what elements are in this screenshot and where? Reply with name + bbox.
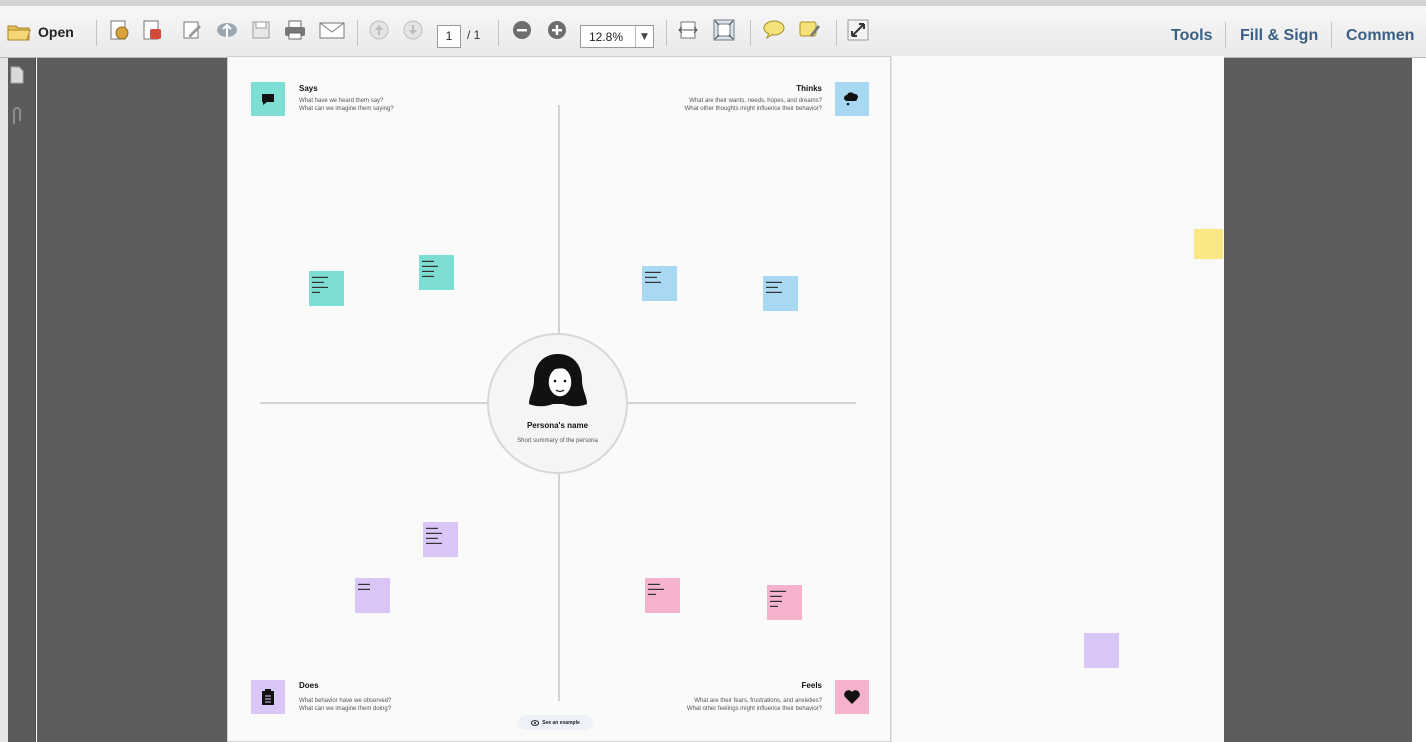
page-total: / 1 bbox=[467, 28, 481, 42]
thought-cloud-icon bbox=[835, 82, 869, 116]
next-page-icon[interactable] bbox=[401, 18, 425, 42]
speech-bubble-icon bbox=[251, 82, 285, 116]
zoom-value: 12.8% bbox=[589, 29, 624, 44]
page-thumbnails-icon[interactable] bbox=[10, 66, 24, 88]
sticky-note[interactable]: ▬▬▬ ▬▬▬▬ ▬▬ bbox=[645, 578, 680, 613]
sticky-note[interactable]: ▬▬▬▬▬▬▬▬▬▬▬▬▬ bbox=[309, 271, 344, 306]
fill-sign-menu[interactable]: Fill & Sign bbox=[1240, 27, 1318, 45]
export-pdf-icon[interactable] bbox=[140, 18, 164, 42]
chevron-down-icon[interactable]: ▼ bbox=[635, 26, 653, 47]
sticky-note[interactable]: ▬▬▬ ▬▬▬▬ ▬▬▬ ▬▬▬▬ bbox=[423, 522, 458, 557]
sticky-note[interactable]: ▬▬▬▬ ▬▬▬ ▬▬▬ ▬▬ bbox=[767, 585, 802, 620]
persona-name: Persona's name bbox=[526, 421, 589, 430]
see-example-label: See an example bbox=[542, 719, 580, 726]
attachment-clip-icon[interactable] bbox=[10, 106, 24, 130]
comment-bubble-icon[interactable] bbox=[762, 18, 786, 42]
previous-page-icon[interactable] bbox=[367, 18, 391, 42]
sticky-note[interactable] bbox=[1084, 633, 1119, 668]
edit-pdf-icon[interactable] bbox=[180, 18, 204, 42]
full-screen-icon[interactable] bbox=[846, 18, 870, 42]
does-title: Does bbox=[299, 681, 319, 690]
persona-avatar-icon bbox=[527, 352, 589, 416]
says-title: Says bbox=[299, 84, 318, 93]
window-right-edge bbox=[1412, 58, 1426, 742]
see-example-button[interactable]: See an example bbox=[518, 715, 593, 730]
thinks-prompt-2: What other thoughts might influence thei… bbox=[684, 106, 822, 112]
thinks-title: Thinks bbox=[796, 84, 822, 93]
acrobat-toolbar: Open 1 / 1 12.8% ▼ Tools Fill & Sign Com… bbox=[0, 0, 1426, 58]
toolbar-divider bbox=[836, 20, 837, 46]
cloud-upload-icon[interactable] bbox=[215, 18, 239, 42]
toolbar-divider bbox=[1331, 22, 1332, 48]
sticky-note[interactable]: ▬▬▬▬ ▬▬▬ ▬▬▬▬ bbox=[642, 266, 677, 301]
zoom-out-icon[interactable] bbox=[510, 18, 534, 42]
tools-menu[interactable]: Tools bbox=[1171, 27, 1212, 45]
open-button[interactable]: Open bbox=[38, 18, 74, 46]
persona-summary: Short summary of the persona bbox=[517, 438, 598, 444]
sticky-note[interactable]: ▬▬▬▬▬▬▬▬▬▬▬▬▬ bbox=[419, 255, 454, 290]
does-prompt-2: What can we imagine them doing? bbox=[299, 706, 392, 712]
sticky-note[interactable] bbox=[1194, 229, 1223, 259]
heart-icon bbox=[835, 680, 869, 714]
toolbar-divider bbox=[1225, 22, 1226, 48]
empathy-map-horizontal-axis bbox=[260, 402, 490, 404]
save-icon[interactable] bbox=[249, 18, 273, 42]
toolbar-divider bbox=[750, 20, 751, 46]
open-label: Open bbox=[38, 24, 74, 40]
toolbar-divider bbox=[666, 20, 667, 46]
print-icon[interactable] bbox=[283, 18, 307, 42]
highlight-tool-icon[interactable] bbox=[798, 18, 822, 42]
fit-width-icon[interactable] bbox=[676, 18, 700, 42]
email-icon[interactable] bbox=[317, 18, 347, 42]
zoom-select[interactable]: 12.8% ▼ bbox=[580, 25, 654, 48]
comment-menu[interactable]: Commen bbox=[1346, 27, 1414, 45]
toolbar-divider bbox=[357, 20, 358, 46]
eye-icon bbox=[531, 719, 540, 726]
says-prompt-2: What can we imagine them saying? bbox=[299, 106, 394, 112]
navigation-pane bbox=[0, 58, 36, 742]
zoom-in-icon[interactable] bbox=[545, 18, 569, 42]
sticky-note[interactable]: ▬▬▬▬ ▬▬▬ ▬▬▬▬ bbox=[763, 276, 798, 311]
feels-prompt-2: What other feelings might influence thei… bbox=[686, 706, 822, 712]
toolbar-divider bbox=[96, 20, 97, 46]
open-folder-icon[interactable] bbox=[6, 18, 32, 46]
pane-edge bbox=[0, 58, 8, 742]
pdf-page-margin bbox=[891, 56, 1224, 742]
toolbar-divider bbox=[498, 20, 499, 46]
page-number-input[interactable]: 1 bbox=[437, 25, 461, 48]
sticky-note[interactable]: ▬▬▬ ▬▬▬ bbox=[355, 578, 390, 613]
feels-title: Feels bbox=[801, 681, 822, 690]
create-pdf-icon[interactable] bbox=[107, 18, 131, 42]
clipboard-icon bbox=[251, 680, 285, 714]
fit-page-icon[interactable] bbox=[712, 18, 736, 42]
empathy-map-horizontal-axis bbox=[626, 402, 856, 404]
